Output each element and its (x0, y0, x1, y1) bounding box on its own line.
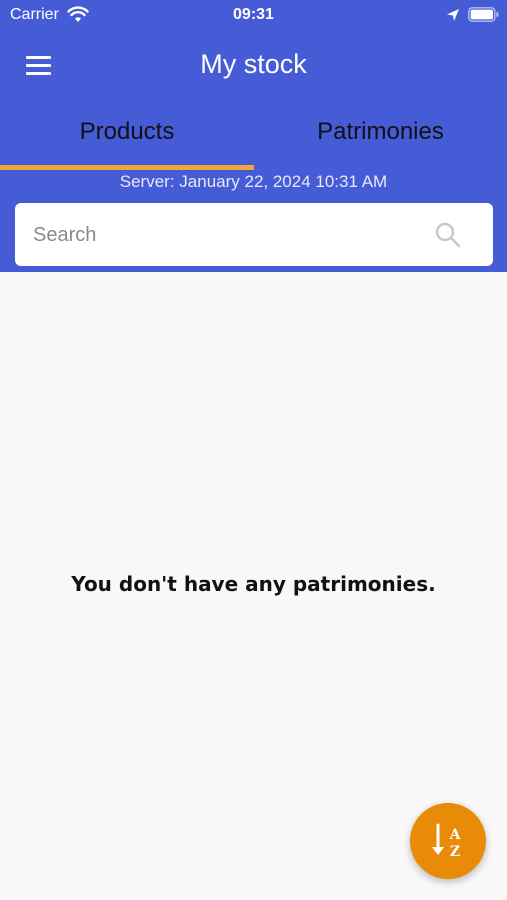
tab-patrimonies[interactable]: Patrimonies (254, 106, 507, 166)
sort-alpha-icon: A Z (432, 823, 462, 860)
tab-bar: Products Patrimonies (0, 106, 507, 172)
battery-icon (468, 7, 499, 22)
search-box (15, 203, 493, 266)
tab-products[interactable]: Products (0, 106, 254, 166)
status-bar: Carrier 09:31 (0, 0, 507, 32)
sort-alpha-button[interactable]: A Z (410, 803, 486, 879)
svg-text:Z: Z (450, 844, 460, 860)
app-header: Carrier 09:31 My stock Products Patrimon… (0, 0, 507, 272)
clock-time: 09:31 (233, 6, 274, 23)
empty-state-message: You don't have any patrimonies. (71, 572, 436, 596)
active-tab-indicator (0, 165, 254, 170)
server-timestamp: Server: January 22, 2024 10:31 AM (119, 172, 388, 191)
search-input[interactable] (33, 215, 423, 255)
svg-text:A: A (449, 827, 462, 843)
page-title: My stock (200, 49, 307, 79)
search-icon[interactable] (434, 221, 462, 249)
location-arrow-icon (447, 9, 459, 21)
